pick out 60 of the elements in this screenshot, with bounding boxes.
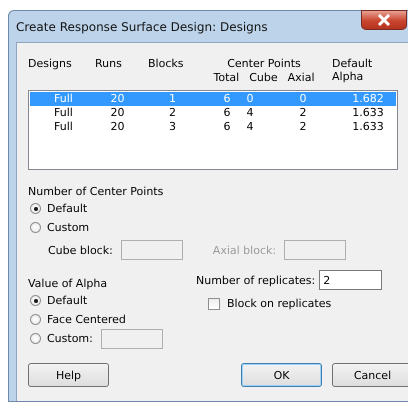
- table-cell-text: 20: [110, 92, 126, 106]
- radio-button[interactable]: [30, 333, 41, 344]
- help-button[interactable]: Help: [28, 363, 109, 387]
- design-row[interactable]: Full 20 2 6 4 2 1.633: [30, 106, 396, 120]
- option-label: Custom: [47, 221, 90, 234]
- table-cell-text: 20: [110, 120, 126, 134]
- table-cell-text: 2: [298, 106, 308, 120]
- column-header: Total: [214, 71, 240, 84]
- field-label: Axial block:: [212, 244, 276, 256]
- table-cell-text: 6: [222, 92, 232, 106]
- column-header: Axial: [288, 71, 314, 84]
- table-cell-text: 4: [246, 106, 254, 120]
- design-row[interactable]: Full 20 3 6 4 2 1.633: [30, 120, 396, 134]
- close-button[interactable]: [361, 10, 407, 30]
- section-label: Value of Alpha: [28, 277, 108, 291]
- radio-button[interactable]: [30, 222, 41, 233]
- field-label: Cube block:: [48, 244, 113, 256]
- cancel-button[interactable]: Cancel: [332, 363, 408, 387]
- option-label: Face Centered: [47, 313, 126, 326]
- option-label: Default: [47, 202, 88, 215]
- section-label: Number of Center Points: [28, 185, 164, 199]
- radio-option[interactable]: Custom: [30, 218, 90, 237]
- radio-button[interactable]: [30, 203, 41, 214]
- column-header: Default Alpha: [332, 57, 374, 83]
- table-cell-text: 1.682: [351, 92, 385, 106]
- checkbox-option[interactable]: Block on replicates: [208, 297, 332, 310]
- column-header: Runs: [95, 57, 123, 70]
- table-cell-text: 6: [222, 120, 232, 134]
- option-label: Default: [47, 294, 88, 307]
- table-cell-text: 0: [298, 92, 308, 106]
- ok-button[interactable]: OK: [241, 363, 322, 387]
- column-header: Center Points: [227, 57, 301, 71]
- table-cell-text: 1.633: [351, 120, 385, 134]
- option-label: Custom:: [47, 332, 93, 345]
- table-cell-text: 6: [222, 106, 232, 120]
- table-cell-text: 1: [168, 92, 177, 106]
- table-cell-text: 1.633: [351, 106, 385, 120]
- close-icon: [377, 14, 391, 26]
- column-header: Blocks: [148, 57, 184, 70]
- table-cell-text: Full: [54, 106, 74, 120]
- table-cell-text: Full: [54, 92, 74, 106]
- input-field[interactable]: 2: [319, 270, 382, 290]
- radio-option[interactable]: Default: [30, 291, 88, 310]
- table-cell-text: 3: [168, 120, 177, 134]
- radio-option[interactable]: Face Centered: [30, 310, 126, 329]
- table-cell-text: 20: [110, 106, 126, 120]
- radio-button[interactable]: [30, 314, 41, 325]
- table-cell-text: 2: [168, 106, 177, 120]
- column-header: Cube: [249, 71, 278, 84]
- table-cell-text: Full: [54, 120, 74, 134]
- table-cell-text: 0: [246, 92, 254, 106]
- radio-button[interactable]: [30, 295, 41, 306]
- checkbox[interactable]: [208, 298, 220, 310]
- option-label: Block on replicates: [227, 297, 332, 310]
- column-header: Designs: [28, 57, 73, 70]
- table-cell-text: 2: [298, 120, 308, 134]
- radio-option[interactable]: Default: [30, 199, 88, 218]
- window-title: Create Response Surface Design: Designs: [16, 20, 268, 34]
- field-label: Number of replicates:: [196, 274, 316, 286]
- table-cell-text: 4: [246, 120, 254, 134]
